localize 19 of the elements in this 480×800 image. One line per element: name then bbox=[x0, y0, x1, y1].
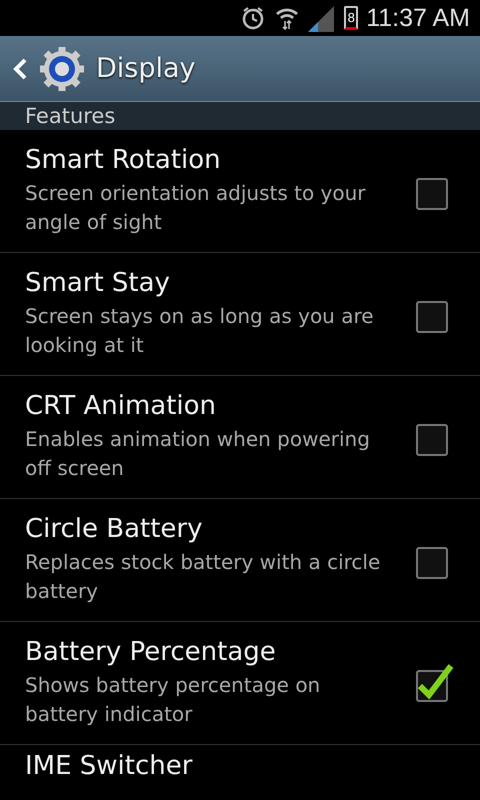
setting-summary: Screen stays on as long as you are looking at it bbox=[25, 303, 375, 359]
section-title: Features bbox=[25, 103, 116, 130]
setting-summary: Screen orientation adjusts to your angle of sight bbox=[25, 180, 367, 236]
setting-title: Circle Battery bbox=[25, 514, 204, 544]
setting-title: Smart Stay bbox=[25, 268, 171, 298]
battery-icon: 8 bbox=[344, 6, 358, 30]
checkbox[interactable] bbox=[414, 662, 454, 704]
setting-summary: Replaces stock battery with a circle battery bbox=[25, 549, 382, 605]
setting-title: Battery Percentage bbox=[25, 637, 277, 667]
setting-title: Smart Rotation bbox=[25, 145, 222, 175]
clock: 11:37 AM bbox=[366, 4, 470, 32]
screen-title: Display bbox=[96, 53, 196, 84]
setting-summary: Shows battery percentage on battery indicator bbox=[25, 672, 322, 728]
setting-summary: Enables animation when powering off screen bbox=[25, 426, 371, 482]
back-icon[interactable] bbox=[12, 56, 28, 80]
gear-icon bbox=[38, 44, 86, 92]
signal-icon bbox=[308, 4, 336, 32]
setting-title: CRT Animation bbox=[25, 391, 218, 421]
setting-title: IME Switcher bbox=[25, 751, 194, 781]
